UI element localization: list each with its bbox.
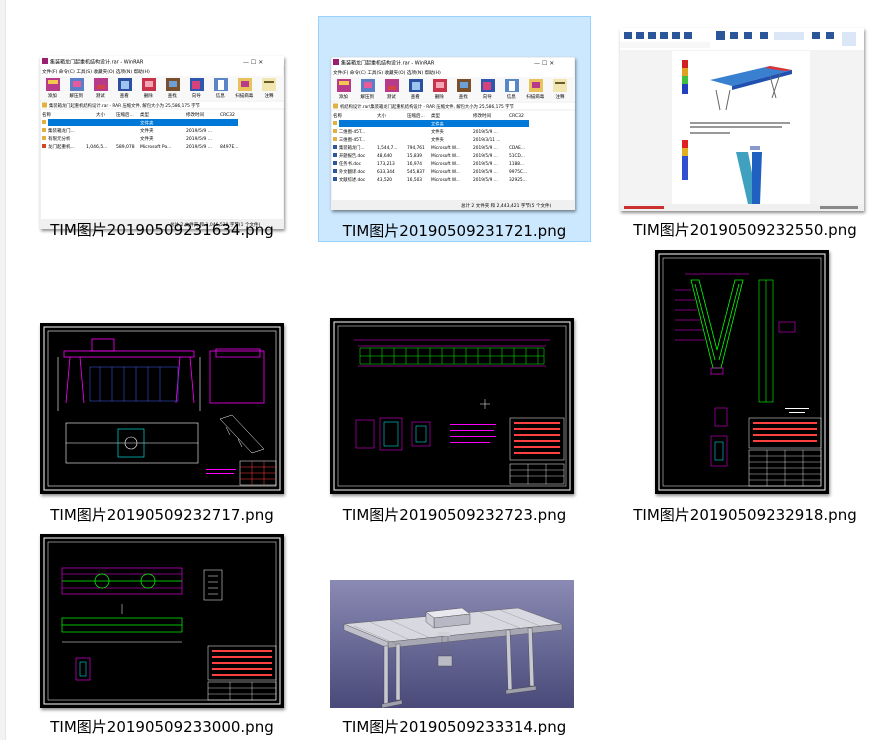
svg-text:2019/3/11 ...: 2019/3/11 ... (473, 137, 501, 143)
svg-text:16,974: 16,974 (407, 161, 422, 167)
preview-toolbar: 添加 解压到 测试 查看 删除 查找 向导 信息 扫描病毒 注释 (331, 77, 575, 101)
svg-text:集装箱龙门...: 集装箱龙门... (339, 144, 365, 151)
preview-window-title: 集装箱龙门起重机结构设计.rar - WinRAR (50, 59, 144, 66)
winrar-preview: 集装箱龙门起重机结构设计.rar - WinRAR — ☐ ✕ 文件(F) 命令… (40, 56, 284, 229)
svg-text:开题报告.doc: 开题报告.doc (339, 152, 366, 159)
svg-text:龙门起重机...: 龙门起重机... (48, 143, 75, 150)
svg-text:9975C...: 9975C... (509, 169, 527, 175)
svg-text:633,344: 633,344 (377, 169, 395, 175)
word-fea-preview (620, 28, 864, 211)
svg-text:43,520: 43,520 (377, 177, 392, 183)
svg-text:1188...: 1188... (509, 161, 524, 167)
svg-text:Microsoft W...: Microsoft W... (431, 153, 460, 159)
svg-text:文献综述.doc: 文献综述.doc (339, 176, 366, 183)
svg-text:2019/5/9 ...: 2019/5/9 ... (473, 145, 498, 151)
thumbnail-cad-drawing (40, 323, 284, 494)
svg-text:CDAE...: CDAE... (509, 145, 525, 151)
svg-text:51CD...: 51CD... (509, 153, 525, 159)
file-name[interactable]: TIM图片20190509232723.png (318, 504, 591, 525)
preview-menu: 文件(F) 命令(C) 工具(S) 收藏夹(O) 选项(N) 帮助(H) (333, 69, 441, 76)
file-name[interactable]: TIM图片20190509231634.png (34, 219, 290, 240)
file-name[interactable]: TIM图片20190509233000.png (34, 716, 290, 737)
svg-text:2019/5/9 ...: 2019/5/9 ... (186, 144, 212, 150)
fea-upper-image (680, 56, 802, 116)
svg-text:589,078: 589,078 (116, 144, 135, 150)
file-item[interactable]: TIM图片20190509232723.png (318, 312, 591, 528)
svg-text:Microsoft W...: Microsoft W... (431, 177, 460, 183)
svg-text:16,503: 16,503 (407, 177, 422, 183)
file-item[interactable]: TIM图片20190509233314.png (318, 574, 591, 740)
file-name[interactable]: TIM图片20190509232717.png (34, 504, 290, 525)
winrar-preview: 集装箱龙门起重机结构设计.rar - WinRAR — ☐ ✕ 文件(F) 命令… (331, 57, 575, 210)
file-item[interactable]: TIM图片20190509232717.png (34, 318, 290, 528)
window-controls: — ☐ ✕ (243, 59, 263, 66)
file-item[interactable]: TIM图片20190509232918.png (614, 244, 876, 528)
preview-path-bar: 集装箱龙门起重机结构设计.rar - RAR 压缩文件, 解包大小为 25,58… (49, 102, 201, 109)
svg-text:2019/5/9 ...: 2019/5/9 ... (186, 136, 212, 142)
thumbnail-cad-drawing (330, 318, 574, 494)
svg-text:1,544,7...: 1,544,7... (377, 145, 398, 151)
svg-text:文件夹: 文件夹 (431, 121, 445, 128)
svg-text:1,046,5...: 1,046,5... (86, 144, 107, 150)
svg-text:Microsoft W...: Microsoft W... (431, 169, 460, 175)
preview-status-bar: 总计 2 文件夹 和 2,443,421 字节(5 个文件) (461, 202, 551, 209)
svg-text:三维图-45T...: 三维图-45T... (339, 136, 365, 143)
svg-text:二维图-45T...: 二维图-45T... (339, 128, 365, 135)
svg-text:文件夹: 文件夹 (431, 128, 445, 135)
svg-text:Microsoft W...: Microsoft W... (431, 145, 460, 151)
file-item-selected[interactable]: 集装箱龙门起重机结构设计.rar - WinRAR — ☐ ✕ 文件(F) 命令… (318, 16, 591, 242)
svg-text:8497E...: 8497E... (220, 144, 239, 150)
file-name[interactable]: TIM图片20190509232550.png (614, 219, 876, 240)
svg-text:32925...: 32925... (509, 177, 527, 183)
thumbnail-cad-drawing (655, 250, 829, 494)
svg-text:545,837: 545,837 (407, 169, 425, 175)
file-explorer-view: 集装箱龙门起重机结构设计.rar - WinRAR — ☐ ✕ 文件(F) 命令… (0, 0, 878, 740)
svg-text:任务书.doc: 任务书.doc (339, 160, 362, 167)
preview-menu: 文件(F) 命令(C) 工具(S) 收藏夹(O) 选项(N) 帮助(H) (42, 68, 150, 75)
svg-text:文件夹: 文件夹 (140, 135, 154, 142)
svg-text:有限元分析: 有限元分析 (48, 135, 71, 142)
render-preview (330, 580, 574, 708)
thumbnail-word-fea (620, 28, 864, 211)
svg-text:173,213: 173,213 (377, 161, 395, 167)
svg-text:2019/5/9 ...: 2019/5/9 ... (473, 169, 498, 175)
svg-text:Microsoft Po...: Microsoft Po... (140, 144, 171, 150)
winrar-app-icon (42, 58, 48, 64)
cad-preview (40, 323, 284, 494)
svg-text:文件夹: 文件夹 (140, 127, 154, 134)
file-item[interactable]: 集装箱龙门起重机结构设计.rar - WinRAR — ☐ ✕ 文件(F) 命令… (34, 18, 290, 240)
svg-text:Microsoft W...: Microsoft W... (431, 161, 460, 167)
svg-text:2019/5/9 ...: 2019/5/9 ... (473, 129, 498, 135)
svg-text:15,839: 15,839 (407, 153, 422, 159)
cad-preview (655, 250, 829, 494)
svg-text:2019/5/9 ...: 2019/5/9 ... (186, 128, 212, 134)
svg-text:外文翻译.doc: 外文翻译.doc (339, 168, 366, 175)
thumbnail-winrar: 集装箱龙门起重机结构设计.rar - WinRAR — ☐ ✕ 文件(F) 命令… (331, 57, 575, 210)
file-name[interactable]: TIM图片20190509232918.png (614, 504, 876, 525)
svg-text:文件夹: 文件夹 (140, 120, 154, 127)
preview-path-bar: 机结构设计.rar\集装箱龙门起重机结构设计 - RAR 压缩文件, 解包大小为… (340, 103, 514, 110)
svg-text:集装箱龙门...: 集装箱龙门... (48, 127, 75, 134)
svg-text:文件夹: 文件夹 (431, 136, 445, 143)
preview-toolbar: 添加 解压到 测试 查看 删除 查找 向导 信息 扫描病毒 注释 (40, 76, 284, 100)
file-name[interactable]: TIM图片20190509231721.png (319, 220, 590, 241)
cad-preview (330, 318, 574, 494)
svg-text:2019/5/9 ...: 2019/5/9 ... (473, 153, 498, 159)
svg-text:2019/5/9 ...: 2019/5/9 ... (473, 161, 498, 167)
svg-text:48,640: 48,640 (377, 153, 392, 159)
thumbnail-winrar: 集装箱龙门起重机结构设计.rar - WinRAR — ☐ ✕ 文件(F) 命令… (40, 56, 284, 229)
winrar-app-icon (333, 59, 339, 65)
thumbnail-cad-drawing (40, 534, 284, 708)
file-name[interactable]: TIM图片20190509233314.png (318, 716, 591, 737)
preview-window-title: 集装箱龙门起重机结构设计.rar - WinRAR (341, 60, 435, 67)
file-item[interactable]: TIM图片20190509232550.png (614, 18, 876, 240)
cad-preview (40, 534, 284, 708)
window-controls: — ☐ ✕ (534, 60, 554, 67)
svg-text:2019/5/9 ...: 2019/5/9 ... (473, 177, 498, 183)
left-pane-edge[interactable] (0, 0, 6, 740)
thumbnail-3d-render (330, 580, 574, 708)
file-item[interactable]: TIM图片20190509233000.png (34, 530, 290, 740)
svg-text:794,761: 794,761 (407, 145, 425, 151)
